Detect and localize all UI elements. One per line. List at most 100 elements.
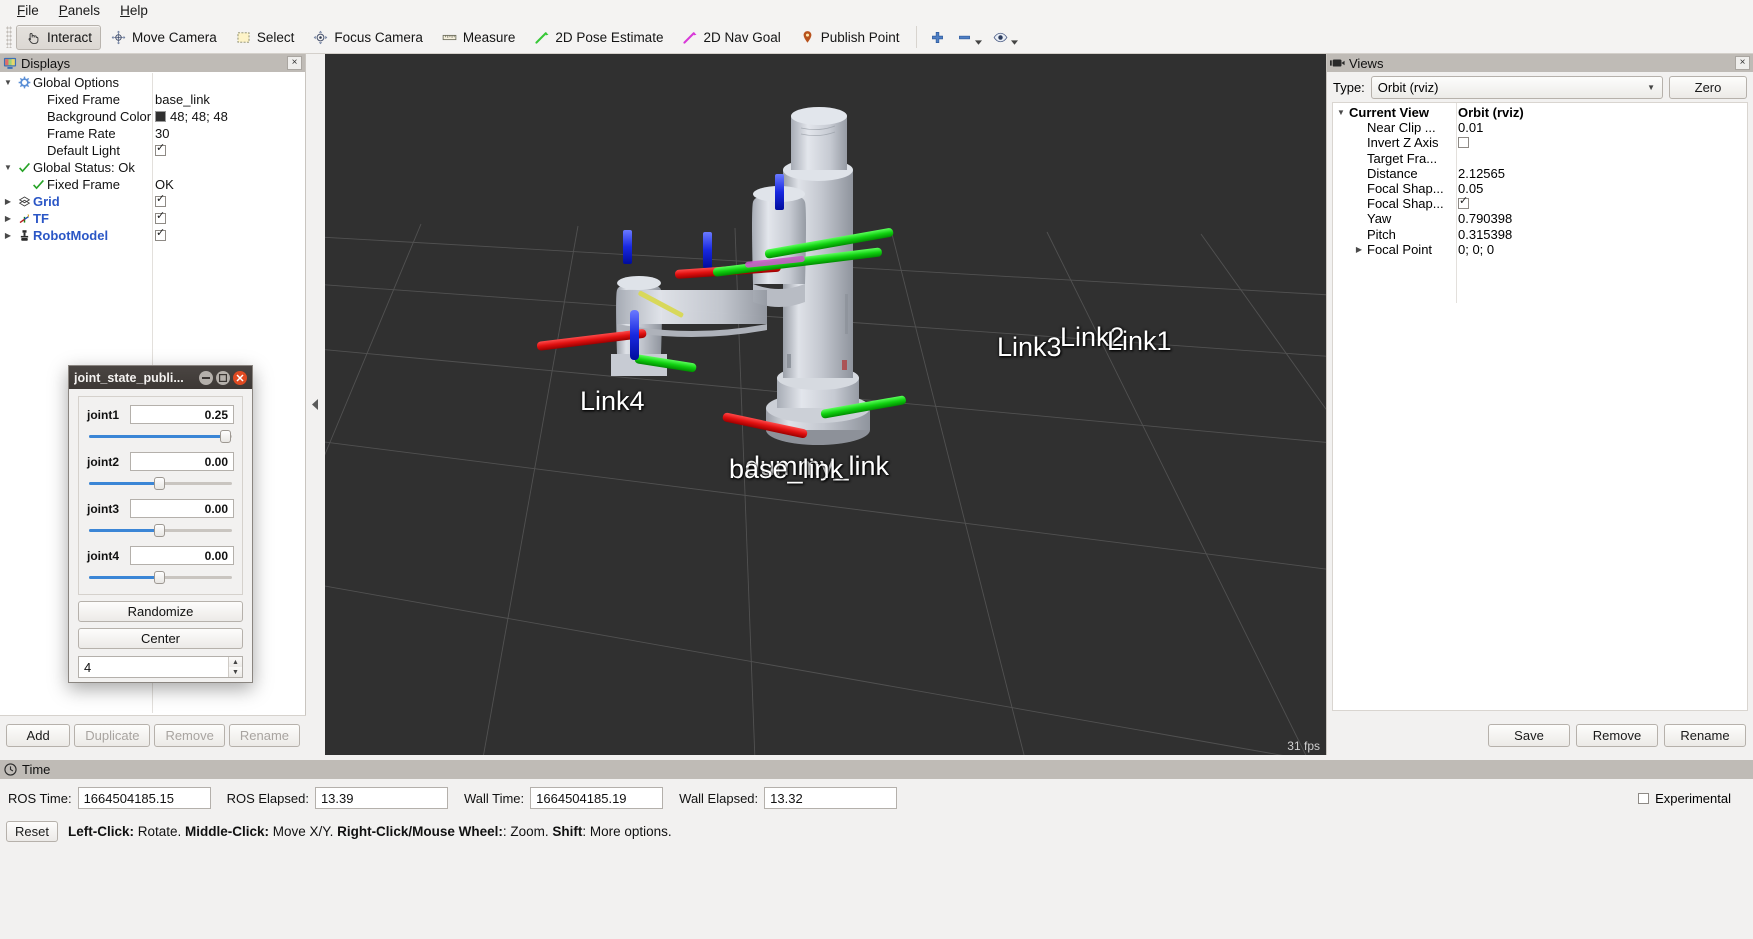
menu-item-panels[interactable]: Panels — [50, 2, 109, 19]
menu-item-file[interactable]: FFileile — [8, 2, 48, 19]
view-property-invert-z-axis[interactable]: Invert Z Axis — [1333, 135, 1747, 150]
slider-knob[interactable] — [153, 571, 165, 584]
tool-focus-camera[interactable]: Focus Camera — [303, 25, 432, 50]
spinner-up-icon[interactable]: ▲ — [229, 657, 242, 667]
menu-item-help[interactable]: Help — [111, 2, 157, 19]
save-view-button[interactable]: Save — [1488, 723, 1570, 747]
display-checkbox[interactable] — [155, 211, 166, 224]
center-button[interactable]: Center — [78, 628, 243, 649]
display-row-fixed-frame[interactable]: Fixed Frame OK — [0, 176, 305, 193]
toolbar-add-tool-button[interactable] — [924, 27, 951, 48]
view-property-current-view[interactable]: ▼ Current View Orbit (rviz) — [1333, 105, 1747, 120]
joint2-slider[interactable] — [87, 476, 234, 490]
views-panel-close-button[interactable]: × — [1735, 56, 1750, 70]
reset-button[interactable]: Reset — [6, 821, 58, 842]
view-property-pitch[interactable]: Pitch 0.315398 — [1333, 227, 1747, 242]
joint3-value-field[interactable]: 0.00 — [130, 499, 234, 518]
experimental-checkbox[interactable] — [1638, 792, 1650, 804]
toolbar-remove-tool-button[interactable] — [951, 27, 987, 48]
display-row-robotmodel[interactable]: ▶ RobotModel — [0, 227, 305, 244]
rename-view-button[interactable]: Rename — [1664, 723, 1746, 747]
tool-2d-pose-estimate[interactable]: 2D Pose Estimate — [524, 25, 672, 50]
view-property-value: 0.315398 — [1458, 226, 1513, 242]
view-property-distance[interactable]: Distance 2.12565 — [1333, 166, 1747, 181]
ros-elapsed-input[interactable]: 13.39 — [314, 787, 448, 809]
jsp-spinbox[interactable]: 4 ▲ ▼ — [78, 656, 243, 678]
slider-knob[interactable] — [153, 477, 165, 490]
joint4-slider[interactable] — [87, 570, 234, 584]
spinbox-arrows[interactable]: ▲ ▼ — [228, 657, 242, 677]
display-row-global-options[interactable]: ▼ Global Options — [0, 74, 305, 91]
grid-icon — [18, 196, 31, 207]
chevron-down-icon[interactable]: ▼ — [1333, 108, 1349, 117]
toolbar-visibility-button[interactable] — [987, 27, 1023, 48]
view-property-label: Focal Shap... — [1367, 196, 1444, 212]
tool-move-camera[interactable]: Move Camera — [101, 25, 226, 50]
view-property-focal-shap[interactable]: Focal Shap... — [1333, 196, 1747, 211]
chevron-right-icon[interactable]: ▶ — [0, 214, 16, 223]
display-checkbox[interactable] — [155, 194, 166, 207]
display-row-grid[interactable]: ▶ Grid — [0, 193, 305, 210]
select-rectangle-icon — [237, 31, 250, 43]
joint1-slider[interactable] — [87, 429, 234, 443]
slider-fill — [89, 529, 159, 532]
tool-focus-camera-label: Focus Camera — [334, 29, 423, 45]
display-row-background-color[interactable]: Background Color 48; 48; 48 — [0, 108, 305, 125]
tool-select[interactable]: Select — [226, 25, 304, 50]
view-property-near-clip[interactable]: Near Clip ... 0.01 — [1333, 120, 1747, 135]
chevron-right-icon[interactable]: ▶ — [1351, 245, 1367, 254]
robot-icon — [20, 230, 29, 241]
displays-panel-close-button[interactable]: × — [287, 56, 302, 70]
color-swatch[interactable] — [155, 111, 166, 122]
joint3-slider[interactable] — [87, 523, 234, 537]
tool-interact[interactable]: Interact — [16, 24, 102, 50]
joint-state-publisher-dialog[interactable]: joint_state_publi... joint1 0.25 joint2 … — [68, 365, 253, 683]
wall-time-input[interactable]: 1664504185.19 — [530, 787, 664, 809]
wall-elapsed-input[interactable]: 13.32 — [764, 787, 898, 809]
experimental-checkbox-wrapper[interactable]: Experimental — [1638, 791, 1731, 806]
toolbar-grip[interactable] — [6, 26, 12, 48]
view-property-focal-shap[interactable]: Focal Shap... 0.05 — [1333, 181, 1747, 196]
display-checkbox[interactable] — [155, 228, 166, 241]
display-row-frame-rate[interactable]: Frame Rate 30 — [0, 125, 305, 142]
chevron-right-icon[interactable]: ▶ — [0, 197, 16, 206]
view-property-focal-point[interactable]: ▶ Focal Point 0; 0; 0 — [1333, 242, 1747, 257]
spinner-down-icon[interactable]: ▼ — [229, 667, 242, 677]
green-check-icon — [33, 179, 44, 190]
view-property-value: 2.12565 — [1458, 165, 1505, 181]
zero-button[interactable]: Zero — [1669, 76, 1747, 99]
tool-measure[interactable]: Measure — [432, 25, 525, 50]
left-splitter-handle[interactable] — [310, 54, 320, 755]
jsp-close-button[interactable] — [233, 370, 247, 385]
view-type-select[interactable]: Orbit (rviz) ▼ — [1370, 76, 1663, 99]
jsp-minimize-button[interactable] — [199, 370, 213, 385]
view-checkbox[interactable] — [1458, 137, 1469, 149]
randomize-button[interactable]: Randomize — [78, 601, 243, 622]
tool-publish-point[interactable]: Publish Point — [790, 25, 909, 50]
jsp-maximize-button[interactable] — [216, 370, 230, 385]
joint4-value-field[interactable]: 0.00 — [130, 546, 234, 565]
view-checkbox[interactable] — [1458, 196, 1469, 210]
chevron-down-icon[interactable]: ▼ — [0, 78, 16, 87]
joint1-value-field[interactable]: 0.25 — [130, 405, 234, 424]
3d-viewport[interactable]: Link3 Link2 Link1 Link4 dummy_link base_link … — [325, 54, 1326, 755]
slider-knob[interactable] — [153, 524, 165, 537]
display-row-tf[interactable]: ▶ TF — [0, 210, 305, 227]
display-row-default-light[interactable]: Default Light — [0, 142, 305, 159]
slider-knob[interactable] — [219, 430, 231, 443]
ros-time-input[interactable]: 1664504185.15 — [77, 787, 211, 809]
display-row-fixed-frame[interactable]: Fixed Frame base_link — [0, 91, 305, 108]
joint2-value-field[interactable]: 0.00 — [130, 452, 234, 471]
remove-view-button[interactable]: Remove — [1576, 723, 1658, 747]
chevron-down-icon[interactable]: ▼ — [0, 163, 16, 172]
display-row-global-status-ok[interactable]: ▼ Global Status: Ok — [0, 159, 305, 176]
ros-time-field: ROS Time: 1664504185.15 — [8, 787, 211, 809]
chevron-right-icon[interactable]: ▶ — [0, 231, 16, 240]
view-property-target-fra[interactable]: Target Fra... — [1333, 151, 1747, 166]
view-property-yaw[interactable]: Yaw 0.790398 — [1333, 211, 1747, 226]
add-display-button[interactable]: Add — [6, 724, 71, 747]
display-checkbox[interactable] — [155, 143, 166, 156]
tool-2d-nav-goal[interactable]: 2D Nav Goal — [672, 25, 789, 50]
save-view-button-label: Save — [1514, 727, 1544, 743]
jsp-titlebar[interactable]: joint_state_publi... — [69, 366, 252, 389]
